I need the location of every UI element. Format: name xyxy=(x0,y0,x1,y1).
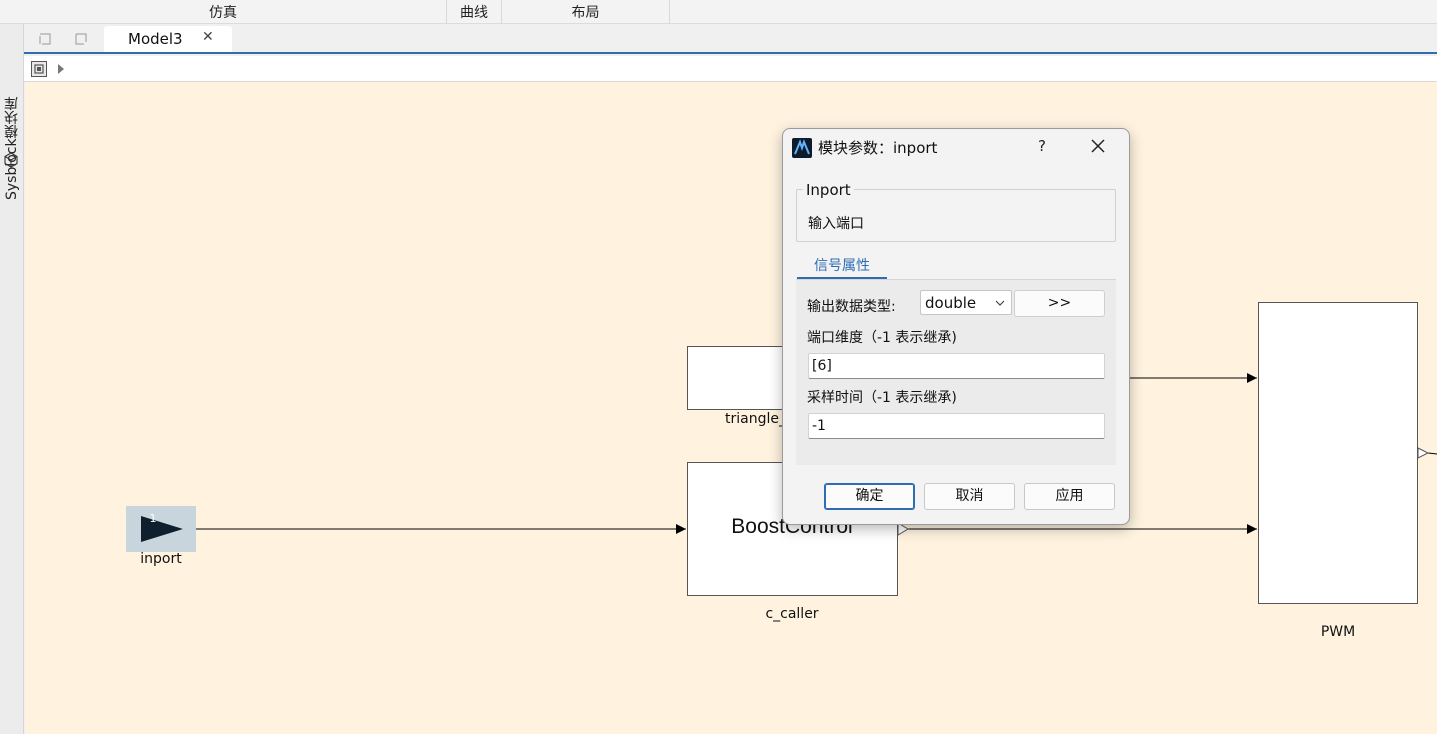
close-icon[interactable] xyxy=(1089,137,1107,155)
data-type-value: double xyxy=(925,294,977,312)
cancel-button[interactable]: 取消 xyxy=(924,483,1015,510)
triangle-block[interactable] xyxy=(687,346,788,410)
model-root-icon[interactable] xyxy=(30,60,48,78)
tab-signal-properties[interactable]: 信号属性 xyxy=(797,255,887,279)
sample-time-label: 采样时间（-1 表示继承) xyxy=(807,390,957,406)
sample-time-input[interactable]: -1 xyxy=(808,413,1105,439)
signal-line-pwm-out[interactable] xyxy=(1427,452,1437,455)
breadcrumb-bar xyxy=(24,56,1437,82)
left-sidebar: Sysblock模块库 xyxy=(0,24,24,734)
apply-button[interactable]: 应用 xyxy=(1024,483,1115,510)
ok-button[interactable]: 确定 xyxy=(824,483,915,510)
group-title: Inport xyxy=(803,181,854,199)
back-icon[interactable] xyxy=(36,30,54,48)
dialog-title: 模块参数：inport xyxy=(818,139,938,157)
ribbon-section-bar: 仿真 曲线 布局 xyxy=(0,0,1437,24)
boost-control-label[interactable]: c_caller xyxy=(687,606,897,622)
breadcrumb-expand-icon[interactable] xyxy=(57,64,65,74)
data-type-label: 输出数据类型: xyxy=(807,299,896,315)
cube-icon xyxy=(4,152,18,168)
chevron-down-icon xyxy=(995,300,1005,306)
block-parameters-dialog: 模块参数：inport ? Inport 输入端口 信号属性 输出数据类型: d… xyxy=(782,128,1130,525)
dimension-label: 端口维度（-1 表示继承) xyxy=(807,330,957,346)
sample-time-value: -1 xyxy=(812,418,826,434)
sysblock-library-tab[interactable]: Sysblock模块库 xyxy=(2,40,22,200)
dimension-value: [6] xyxy=(812,358,832,374)
model-canvas[interactable]: 1 inport triangle_ BoostControl c_caller… xyxy=(25,82,1437,734)
inport-block-label[interactable]: inport xyxy=(126,551,196,567)
help-button[interactable]: ? xyxy=(1035,137,1049,155)
app-window: 仿真 曲线 布局 Sysblock模块库 Model3 ✕ 1 inport t… xyxy=(0,0,1437,734)
data-type-more-button[interactable]: >> xyxy=(1014,290,1105,317)
group-description: 输入端口 xyxy=(808,216,864,232)
dialog-title-bar[interactable]: 模块参数：inport ? xyxy=(783,129,1129,165)
ribbon-section-curve[interactable]: 曲线 xyxy=(447,0,502,24)
triangle-block-label[interactable]: triangle_ xyxy=(725,411,787,427)
forward-icon[interactable] xyxy=(72,30,90,48)
dimension-input[interactable]: [6] xyxy=(808,353,1105,379)
tab-model3-label: Model3 xyxy=(128,30,183,48)
pwm-output-port-icon xyxy=(1417,447,1430,459)
inport-port-number: 1 xyxy=(149,512,157,525)
pwm-block-label[interactable]: PWM xyxy=(1258,624,1418,640)
pwm-block[interactable] xyxy=(1258,302,1418,604)
ribbon-section-simulation[interactable]: 仿真 xyxy=(0,0,447,24)
data-type-select[interactable]: double xyxy=(920,290,1012,315)
tab-model3[interactable]: Model3 ✕ xyxy=(104,26,232,52)
model-tabstrip: Model3 ✕ xyxy=(24,24,1437,54)
tab-close-icon[interactable]: ✕ xyxy=(202,29,214,45)
app-logo-icon xyxy=(792,138,812,158)
ribbon-section-layout[interactable]: 布局 xyxy=(502,0,670,24)
diagram-svg xyxy=(126,302,1437,604)
